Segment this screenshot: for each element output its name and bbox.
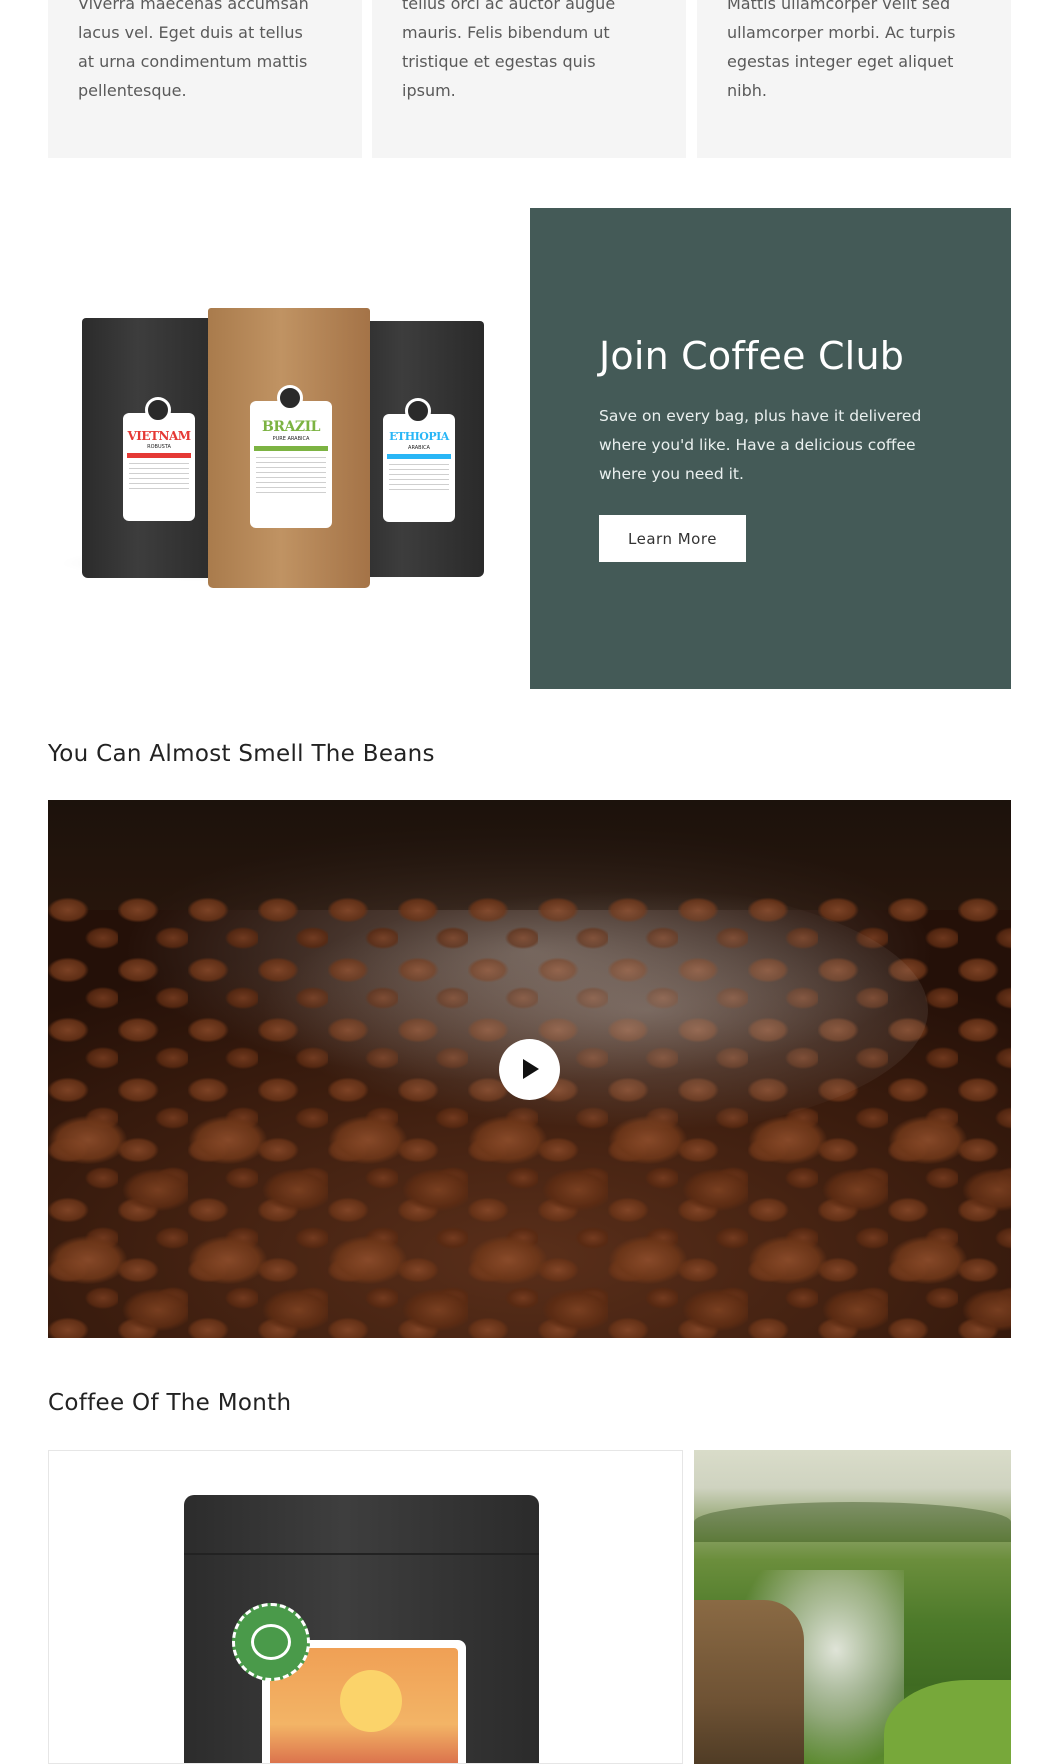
feature-card: tellus orci ac auctor augue mauris. Feli… — [372, 0, 686, 158]
brand-seal-icon — [145, 397, 171, 423]
coffee-club-title: Join Coffee Club — [599, 334, 905, 378]
feature-card: Mattis ullamcorper velit sed ullamcorper… — [697, 0, 1011, 158]
brand-seal-icon — [277, 385, 303, 411]
month-section-heading: Coffee Of The Month — [48, 1390, 292, 1416]
bag-name: VIETNAM — [127, 429, 191, 443]
coffee-beans-badge-icon — [232, 1603, 310, 1681]
coffee-bags-image: VIETNAM ROBUSTA ETHIOPIA ARABICA BRAZIL … — [48, 208, 530, 688]
video-section-heading: You Can Almost Smell The Beans — [48, 741, 435, 767]
steam-smoke — [228, 880, 928, 1140]
bag-sub: ARABICA — [408, 445, 430, 451]
feature-card: Viverra maecenas accumsan lacus vel. Ege… — [48, 0, 362, 158]
coffee-of-the-month-product-image[interactable] — [48, 1450, 683, 1764]
feature-card-text: Mattis ullamcorper velit sed ullamcorper… — [727, 0, 956, 100]
sun-icon — [340, 1670, 402, 1732]
coffee-bag-vietnam: VIETNAM ROBUSTA — [82, 318, 222, 578]
coffee-bag — [184, 1495, 539, 1763]
coffee-club-panel: Join Coffee Club Save on every bag, plus… — [530, 208, 1011, 689]
play-button[interactable] — [499, 1039, 560, 1100]
feature-card-text: Viverra maecenas accumsan lacus vel. Ege… — [78, 0, 309, 100]
bag-name: BRAZIL — [262, 419, 320, 435]
bag-sub: PURE ARABICA — [272, 436, 310, 442]
bag-sub: ROBUSTA — [147, 444, 171, 450]
play-icon — [523, 1059, 539, 1079]
coffee-beans-video[interactable] — [48, 800, 1011, 1338]
feature-card-text: tellus orci ac auctor augue mauris. Feli… — [402, 0, 616, 100]
coffee-bag-brazil: BRAZIL PURE ARABICA — [208, 308, 370, 588]
brand-seal-icon — [405, 398, 431, 424]
coffee-club-text: Save on every bag, plus have it delivere… — [599, 407, 922, 483]
learn-more-button[interactable]: Learn More — [599, 515, 746, 562]
waterfall-landscape-image[interactable] — [694, 1450, 1011, 1764]
feature-cards: Viverra maecenas accumsan lacus vel. Ege… — [48, 0, 1011, 158]
bag-name: ETHIOPIA — [389, 430, 449, 443]
